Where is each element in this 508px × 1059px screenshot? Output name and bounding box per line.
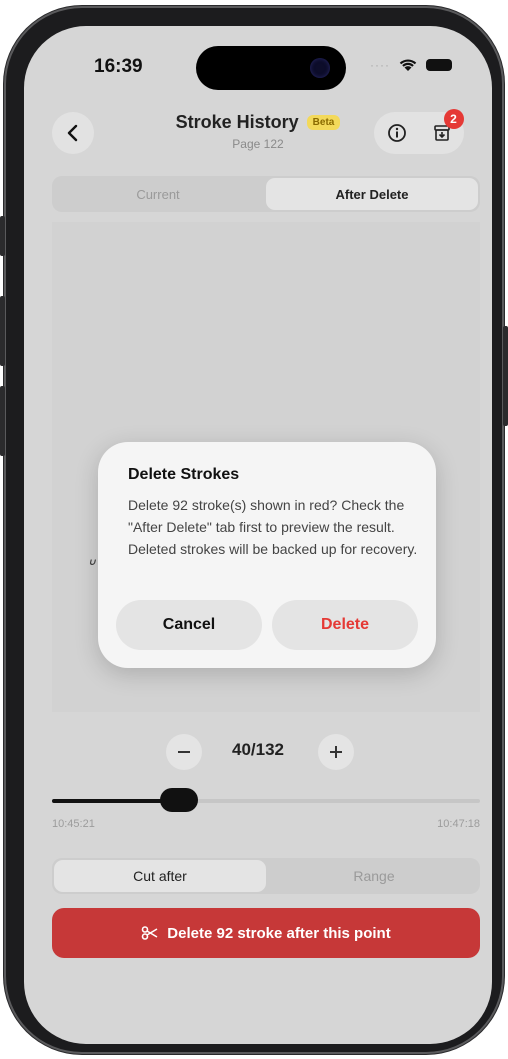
slider-thumb[interactable] [160, 788, 199, 812]
tab-cut-after[interactable]: Cut after [54, 860, 266, 892]
tab-range[interactable]: Range [268, 858, 480, 894]
status-icons: ···· [370, 58, 452, 72]
timeline-end: 10:47:18 [437, 818, 480, 830]
side-button [503, 326, 508, 426]
tab-current[interactable]: Current [52, 176, 264, 212]
page-title: Stroke History Beta [176, 112, 341, 133]
dynamic-island [196, 46, 346, 90]
archive-button[interactable]: 2 [430, 109, 464, 145]
signal-icon: ···· [370, 58, 390, 72]
delete-dialog: Delete Strokes Delete 92 stroke(s) shown… [98, 442, 436, 668]
title-text: Stroke History [175, 112, 299, 132]
battery-icon [426, 59, 452, 71]
camera-icon [310, 58, 330, 78]
phone-frame: 16:39 ···· Stroke History Beta Page 122 … [0, 6, 508, 1054]
side-button [0, 296, 5, 366]
header: Stroke History Beta Page 122 2 [24, 109, 492, 168]
header-actions: 2 [374, 109, 464, 154]
increment-button[interactable] [318, 734, 354, 770]
side-button [0, 216, 5, 256]
timeline-start: 10:45:21 [52, 818, 95, 830]
notification-badge: 2 [443, 109, 464, 129]
view-tabs: Current After Delete [52, 176, 480, 212]
stroke-scribble: ᐡ [86, 554, 94, 578]
side-button [0, 386, 5, 456]
screen: 16:39 ···· Stroke History Beta Page 122 … [24, 26, 492, 1044]
scissors-icon [141, 926, 158, 940]
dialog-title: Delete Strokes [128, 466, 240, 483]
info-icon [387, 124, 406, 142]
delete-after-label: Delete 92 stroke after this point [167, 924, 391, 942]
mode-tabs: Cut after Range [52, 858, 480, 894]
stroke-pager: 40/132 [24, 734, 492, 774]
plus-icon [330, 746, 342, 758]
delete-after-button[interactable]: Delete 92 stroke after this point [52, 908, 480, 958]
info-button[interactable] [385, 121, 409, 145]
confirm-delete-button[interactable]: Delete [272, 600, 418, 650]
dialog-message: Delete 92 stroke(s) shown in red? Check … [128, 497, 418, 557]
tab-after-delete[interactable]: After Delete [266, 178, 478, 210]
beta-badge: Beta [306, 115, 341, 130]
pager-label: 40/132 [232, 740, 284, 759]
wifi-icon [399, 59, 417, 71]
timeline-slider[interactable] [52, 788, 480, 816]
cancel-button[interactable]: Cancel [116, 600, 262, 650]
status-time: 16:39 [94, 56, 143, 77]
